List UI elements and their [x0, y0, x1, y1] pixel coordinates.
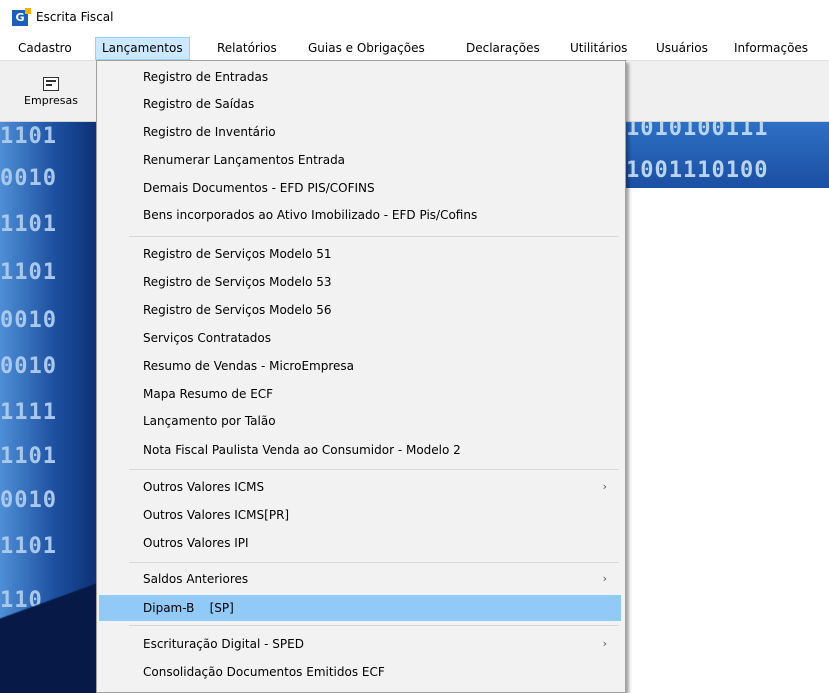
menu-informacoes[interactable]: Informações: [728, 38, 814, 59]
binary-line: 1001110100: [626, 158, 769, 183]
menu-item-escrituracao-sped[interactable]: Escrituração Digital - SPED ›: [99, 633, 621, 655]
submenu-arrow-icon: ›: [602, 572, 607, 585]
binary-line: 0010: [0, 354, 57, 379]
binary-line: 1111: [0, 400, 57, 425]
menu-item-mapa-resumo-ecf[interactable]: Mapa Resumo de ECF: [99, 383, 621, 405]
menu-usuarios[interactable]: Usuários: [650, 38, 714, 59]
binary-line: 1101: [0, 260, 57, 285]
menu-relatorios[interactable]: Relatórios: [211, 38, 283, 59]
menu-separator: [129, 625, 619, 626]
menu-utilitarios[interactable]: Utilitários: [564, 38, 633, 59]
menu-item-lancamento-talao[interactable]: Lançamento por Talão: [99, 410, 621, 432]
menu-item-renumerar-lancamentos[interactable]: Renumerar Lançamentos Entrada: [99, 149, 621, 171]
wallpaper-shape: [0, 543, 100, 693]
menu-separator: [129, 562, 619, 563]
binary-line: 0010: [0, 308, 57, 333]
binary-line: 0010: [0, 166, 57, 191]
menu-item-outros-valores-icms-pr[interactable]: Outros Valores ICMS[PR]: [99, 504, 621, 526]
menu-item-bens-ativo-imobilizado[interactable]: Bens incorporados ao Ativo Imobilizado -…: [99, 204, 621, 226]
binary-line: 1101: [0, 444, 57, 469]
menu-item-registro-entradas[interactable]: Registro de Entradas: [99, 66, 621, 88]
menu-declaracoes[interactable]: Declarações: [460, 38, 546, 59]
lancamentos-dropdown: Registro de Entradas Registro de Saídas …: [96, 60, 626, 693]
menu-cadastro[interactable]: Cadastro: [12, 38, 78, 59]
empresas-label: Empresas: [24, 94, 78, 107]
menu-bar: Cadastro Lançamentos Relatórios Guias e …: [0, 36, 829, 61]
menu-item-servicos-modelo-56[interactable]: Registro de Serviços Modelo 56: [99, 299, 621, 321]
menu-item-consolidacao-ecf[interactable]: Consolidação Documentos Emitidos ECF: [99, 661, 621, 683]
submenu-arrow-icon: ›: [602, 480, 607, 493]
submenu-arrow-icon: ›: [602, 637, 607, 650]
company-list-icon: [43, 77, 59, 91]
binary-line: 1101: [0, 124, 57, 149]
menu-separator: [129, 469, 619, 470]
menu-item-dipam-b[interactable]: Dipam-B [SP]: [99, 595, 621, 621]
menu-guias-obrigacoes[interactable]: Guias e Obrigações: [302, 38, 431, 59]
menu-item-servicos-contratados[interactable]: Serviços Contratados: [99, 327, 621, 349]
binary-line: 1101: [0, 212, 57, 237]
empresas-button[interactable]: Empresas: [8, 73, 94, 113]
window-title: Escrita Fiscal: [36, 10, 114, 24]
menu-item-outros-valores-icms[interactable]: Outros Valores ICMS ›: [99, 476, 621, 498]
menu-item-nota-fiscal-paulista[interactable]: Nota Fiscal Paulista Venda ao Consumidor…: [99, 439, 621, 461]
binary-wallpaper-right: 1010100111 1001110100: [626, 122, 829, 188]
menu-item-outros-valores-ipi[interactable]: Outros Valores IPI: [99, 532, 621, 554]
menu-lancamentos[interactable]: Lançamentos: [95, 37, 190, 60]
menu-item-registro-inventario[interactable]: Registro de Inventário: [99, 121, 621, 143]
binary-line: 1010100111: [626, 122, 769, 141]
menu-item-registro-saidas[interactable]: Registro de Saídas: [99, 93, 621, 115]
menu-item-demais-documentos[interactable]: Demais Documentos - EFD PIS/COFINS: [99, 177, 621, 199]
menu-item-saldos-anteriores[interactable]: Saldos Anteriores ›: [99, 568, 621, 590]
title-bar: G Escrita Fiscal: [0, 0, 829, 36]
menu-separator: [129, 236, 619, 237]
menu-item-servicos-modelo-53[interactable]: Registro de Serviços Modelo 53: [99, 271, 621, 293]
binary-line: 0010: [0, 488, 57, 513]
menu-item-servicos-modelo-51[interactable]: Registro de Serviços Modelo 51: [99, 243, 621, 265]
binary-wallpaper-left: 1101 0010 1101 1101 0010 0010 1111 1101 …: [0, 122, 100, 693]
app-logo-icon: G: [12, 8, 31, 26]
menu-item-resumo-vendas[interactable]: Resumo de Vendas - MicroEmpresa: [99, 355, 621, 377]
